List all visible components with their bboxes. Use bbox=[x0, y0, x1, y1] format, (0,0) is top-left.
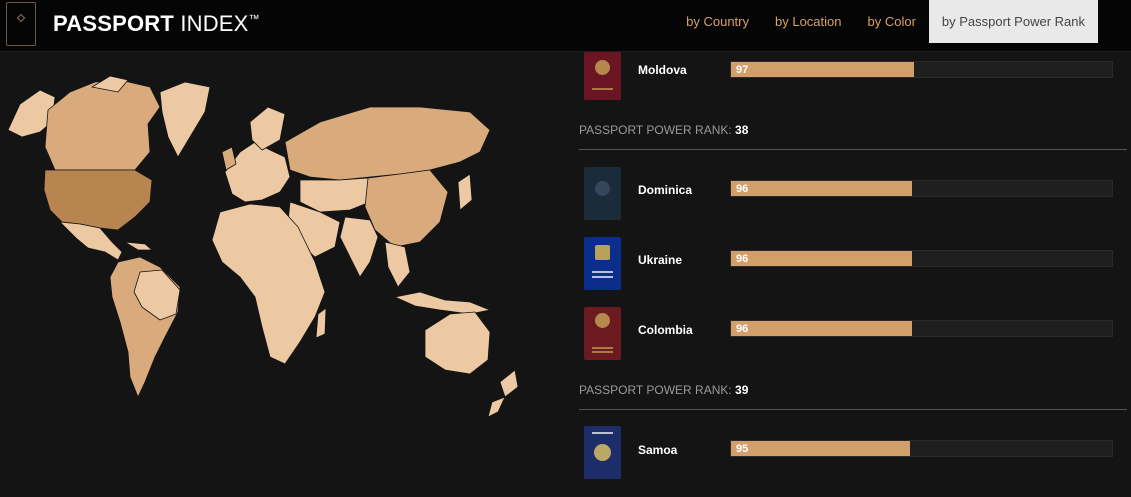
score-bar: 96 bbox=[730, 320, 1113, 337]
map-region-japan[interactable] bbox=[457, 173, 473, 211]
passport-line bbox=[592, 276, 613, 278]
country-name: Ukraine bbox=[638, 253, 683, 267]
map-region-russia[interactable] bbox=[284, 106, 491, 181]
world-map[interactable] bbox=[0, 52, 560, 497]
score-bar: 97 bbox=[730, 61, 1113, 78]
brand-bold: PASSPORT bbox=[53, 11, 174, 36]
map-region-scandinavia[interactable] bbox=[249, 106, 286, 151]
emblem-icon bbox=[595, 313, 610, 328]
list-item[interactable]: Moldova 97 bbox=[579, 52, 1127, 112]
main-nav: by Country by Location by Color by Passp… bbox=[673, 0, 1098, 43]
passport-line bbox=[592, 88, 613, 90]
passport-cover-ukraine bbox=[584, 237, 621, 290]
score-bar: 96 bbox=[730, 180, 1113, 197]
score-value: 96 bbox=[736, 323, 749, 335]
country-name: Colombia bbox=[638, 323, 693, 337]
score-value: 96 bbox=[736, 253, 749, 265]
brand-title[interactable]: PASSPORT INDEX™ bbox=[53, 11, 260, 37]
passport-line bbox=[592, 347, 613, 349]
map-region-new-zealand[interactable] bbox=[499, 369, 519, 398]
nav-by-color[interactable]: by Color bbox=[855, 0, 929, 43]
nav-by-country[interactable]: by Country bbox=[673, 0, 762, 43]
score-bar-fill bbox=[731, 321, 912, 336]
map-region-new-zealand-south[interactable] bbox=[487, 396, 506, 418]
score-bar: 95 bbox=[730, 440, 1113, 457]
map-region-greenland[interactable] bbox=[159, 81, 211, 158]
map-region-madagascar[interactable] bbox=[315, 307, 327, 339]
score-bar-fill bbox=[731, 62, 914, 77]
map-region-central-asia[interactable] bbox=[299, 177, 376, 213]
passport-cover-colombia bbox=[584, 307, 621, 360]
score-bar: 96 bbox=[730, 250, 1113, 267]
nav-by-passport-power-rank[interactable]: by Passport Power Rank bbox=[928, 0, 1098, 43]
map-region-southeast-asia[interactable] bbox=[384, 241, 411, 288]
rank-heading-39: PASSPORT POWER RANK: 39 bbox=[579, 383, 1127, 410]
list-item[interactable]: Dominica 96 bbox=[579, 167, 1127, 227]
score-value: 97 bbox=[736, 64, 749, 76]
rank-label: PASSPORT POWER RANK: bbox=[579, 383, 732, 397]
diamond-icon bbox=[16, 13, 26, 23]
passport-cover-samoa bbox=[584, 426, 621, 479]
map-region-caribbean[interactable] bbox=[124, 241, 153, 251]
emblem-icon bbox=[595, 60, 610, 75]
map-region-india[interactable] bbox=[339, 216, 379, 278]
passport-cover-moldova bbox=[584, 52, 621, 100]
emblem-icon bbox=[595, 181, 610, 196]
country-name: Samoa bbox=[638, 443, 678, 457]
rank-number: 39 bbox=[735, 383, 749, 397]
brand-light: INDEX bbox=[180, 11, 249, 36]
list-item[interactable]: Ukraine 96 bbox=[579, 237, 1127, 297]
list-item[interactable]: Colombia 96 bbox=[579, 307, 1127, 367]
emblem-icon bbox=[594, 444, 611, 461]
passport-line bbox=[592, 271, 613, 273]
passport-rank-list: Moldova 97 PASSPORT POWER RANK: 38 Domin… bbox=[579, 52, 1127, 497]
list-item[interactable]: Samoa 95 bbox=[579, 426, 1127, 486]
map-region-indonesia[interactable] bbox=[394, 291, 491, 315]
score-bar-fill bbox=[731, 251, 912, 266]
rank-heading-38: PASSPORT POWER RANK: 38 bbox=[579, 123, 1127, 150]
map-region-australia[interactable] bbox=[424, 311, 491, 375]
score-value: 95 bbox=[736, 443, 749, 455]
score-value: 96 bbox=[736, 183, 749, 195]
nav-by-location[interactable]: by Location bbox=[762, 0, 855, 43]
country-name: Moldova bbox=[638, 63, 687, 77]
map-region-europe[interactable] bbox=[224, 141, 291, 203]
trademark-symbol: ™ bbox=[248, 13, 260, 26]
trident-icon bbox=[595, 245, 610, 260]
score-bar-fill bbox=[731, 181, 912, 196]
rank-label: PASSPORT POWER RANK: bbox=[579, 123, 732, 137]
score-bar-fill bbox=[731, 441, 911, 456]
world-map-svg bbox=[7, 75, 519, 418]
logo-icon[interactable] bbox=[6, 2, 36, 46]
passport-cover-dominica bbox=[584, 167, 621, 220]
country-name: Dominica bbox=[638, 183, 693, 197]
map-region-usa[interactable] bbox=[43, 169, 153, 231]
passport-line bbox=[592, 351, 613, 353]
rank-number: 38 bbox=[735, 123, 749, 137]
passport-line bbox=[592, 432, 613, 434]
top-header: PASSPORT INDEX™ by Country by Location b… bbox=[0, 0, 1131, 52]
map-region-canada[interactable] bbox=[44, 79, 161, 171]
